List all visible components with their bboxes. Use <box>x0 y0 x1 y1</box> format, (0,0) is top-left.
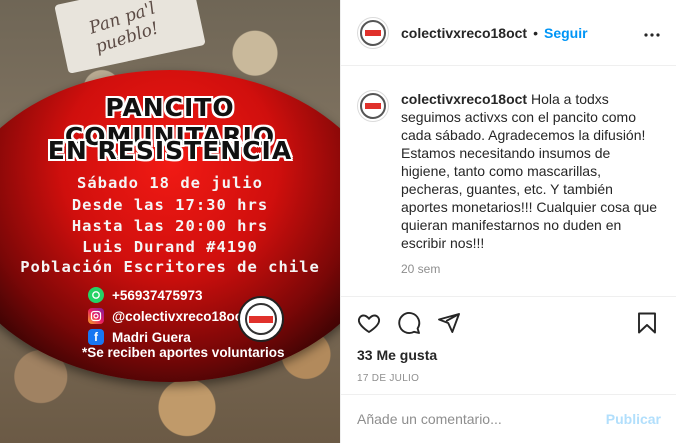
share-icon[interactable] <box>437 311 463 337</box>
flyer-facebook-row: f Madri Guera <box>88 329 191 345</box>
follow-button[interactable]: Seguir <box>544 25 588 41</box>
flyer-location: Población Escritores de chile <box>20 258 320 276</box>
post-actions-section: 33 Me gusta 17 DE JULIO <box>341 296 676 394</box>
flyer-instagram-handle: @colectivxreco18oct <box>112 308 247 324</box>
whatsapp-icon <box>88 287 104 303</box>
avatar[interactable] <box>357 16 389 49</box>
flyer-date: Sábado 18 de julio <box>77 174 263 192</box>
caption-time[interactable]: 20 sem <box>401 262 663 276</box>
flyer-start-time: Desde las 17:30 hrs <box>71 196 269 214</box>
flyer-title-line2: EN RESISTENCIA <box>47 136 293 165</box>
comment-form: Publicar <box>341 394 676 443</box>
caption-text: Hola a todxs seguimos activxs con el pan… <box>401 91 658 251</box>
action-bar <box>341 297 676 339</box>
caption: colectivxreco18oct Hola a todxs seguimos… <box>401 90 663 252</box>
post-sidebar: colectivxreco18oct • Seguir colectivxrec… <box>340 0 676 443</box>
post-header: colectivxreco18oct • Seguir <box>341 0 676 66</box>
flyer-facebook-name: Madri Guera <box>112 329 191 345</box>
collective-logo <box>238 296 284 342</box>
comments-area[interactable]: colectivxreco18oct Hola a todxs seguimos… <box>341 66 676 296</box>
flyer-address: Luis Durand #4190 <box>82 238 258 256</box>
flyer-whatsapp-row: +56937475973 <box>88 287 202 303</box>
publish-button[interactable]: Publicar <box>606 411 661 427</box>
flyer-note: *Se reciben aportes voluntarios <box>82 345 285 360</box>
avatar-logo <box>360 93 386 119</box>
heart-icon[interactable] <box>357 311 383 337</box>
flyer-end-time: Hasta las 20:00 hrs <box>71 217 269 235</box>
header-username[interactable]: colectivxreco18oct <box>401 25 527 41</box>
more-options-icon[interactable] <box>644 24 660 42</box>
caption-username[interactable]: colectivxreco18oct <box>401 91 527 107</box>
instagram-icon <box>88 308 104 324</box>
facebook-icon: f <box>88 329 104 345</box>
comment-input[interactable] <box>357 411 606 427</box>
bookmark-icon[interactable] <box>635 311 661 337</box>
avatar-logo <box>360 19 386 46</box>
flyer-instagram-row: @colectivxreco18oct <box>88 308 247 324</box>
post-image[interactable]: Pan pa'l pueblo! PANCITO COMUNITARIO EN … <box>0 0 340 443</box>
comment-icon[interactable] <box>397 311 423 337</box>
likes-count[interactable]: 33 Me gusta <box>341 339 676 363</box>
post-date[interactable]: 17 DE JULIO <box>341 363 676 384</box>
header-separator: • <box>533 24 538 41</box>
flyer-whatsapp-number: +56937475973 <box>112 287 203 303</box>
